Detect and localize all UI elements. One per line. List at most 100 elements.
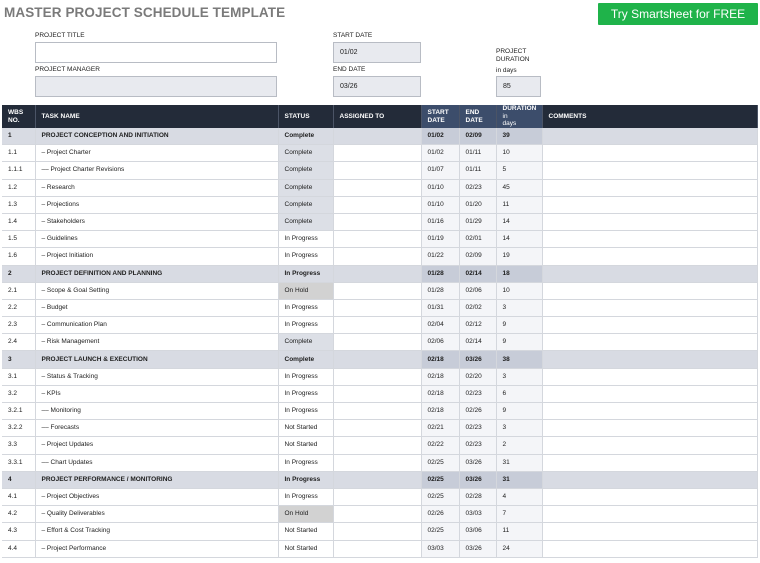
wbs-cell[interactable]: 3.1: [2, 368, 36, 386]
duration-cell[interactable]: 24: [496, 540, 543, 558]
status-cell[interactable]: In Progress: [278, 402, 334, 421]
task-name-cell[interactable]: – Projections: [35, 196, 279, 214]
comments-cell[interactable]: [542, 265, 758, 283]
status-cell[interactable]: In Progress: [278, 230, 334, 249]
duration-cell[interactable]: 38: [496, 350, 543, 369]
assigned-to-cell[interactable]: [333, 265, 422, 283]
assigned-to-cell[interactable]: [333, 316, 422, 335]
duration-cell[interactable]: 31: [496, 454, 543, 472]
wbs-cell[interactable]: 1.6: [2, 247, 36, 266]
assigned-to-cell[interactable]: [333, 488, 422, 507]
assigned-to-cell[interactable]: [333, 505, 422, 524]
wbs-cell[interactable]: 1: [2, 128, 36, 146]
task-name-cell[interactable]: – Quality Deliverables: [35, 505, 279, 524]
comments-cell[interactable]: [542, 402, 758, 421]
wbs-cell[interactable]: 4.2: [2, 505, 36, 524]
start-date-cell[interactable]: 02/26: [421, 505, 460, 524]
status-cell[interactable]: Not Started: [278, 522, 334, 541]
start-date-cell[interactable]: 03/03: [421, 540, 460, 558]
assigned-to-cell[interactable]: [333, 471, 422, 489]
assigned-to-cell[interactable]: [333, 436, 422, 455]
end-date-cell[interactable]: 02/09: [459, 247, 497, 266]
duration-cell[interactable]: 45: [496, 179, 543, 197]
task-name-cell[interactable]: – Status & Tracking: [35, 368, 279, 386]
duration-cell[interactable]: 2: [496, 436, 543, 455]
status-cell[interactable]: Complete: [278, 350, 334, 369]
task-name-cell[interactable]: PROJECT DEFINITION AND PLANNING: [35, 265, 279, 283]
end-date-field[interactable]: 03/26: [333, 76, 421, 97]
duration-cell[interactable]: 10: [496, 282, 543, 300]
task-name-cell[interactable]: –– Forecasts: [35, 419, 279, 438]
task-name-cell[interactable]: PROJECT LAUNCH & EXECUTION: [35, 350, 279, 369]
status-cell[interactable]: In Progress: [278, 299, 334, 318]
assigned-to-cell[interactable]: [333, 454, 422, 472]
start-date-cell[interactable]: 02/25: [421, 522, 460, 541]
status-cell[interactable]: In Progress: [278, 368, 334, 386]
task-name-cell[interactable]: – Communication Plan: [35, 316, 279, 335]
assigned-to-cell[interactable]: [333, 247, 422, 266]
start-date-cell[interactable]: 01/16: [421, 213, 460, 232]
start-date-cell[interactable]: 01/28: [421, 265, 460, 283]
duration-cell[interactable]: 31: [496, 471, 543, 489]
task-name-cell[interactable]: – Budget: [35, 299, 279, 318]
status-cell[interactable]: In Progress: [278, 247, 334, 266]
duration-cell[interactable]: 7: [496, 505, 543, 524]
start-date-cell[interactable]: 01/28: [421, 282, 460, 300]
start-date-field[interactable]: 01/02: [333, 42, 421, 63]
wbs-cell[interactable]: 2.3: [2, 316, 36, 335]
assigned-to-cell[interactable]: [333, 419, 422, 438]
end-date-cell[interactable]: 02/23: [459, 179, 497, 197]
comments-cell[interactable]: [542, 522, 758, 541]
start-date-cell[interactable]: 02/21: [421, 419, 460, 438]
wbs-cell[interactable]: 4.3: [2, 522, 36, 541]
status-cell[interactable]: Complete: [278, 144, 334, 163]
end-date-cell[interactable]: 01/11: [459, 161, 497, 180]
comments-cell[interactable]: [542, 316, 758, 335]
comments-cell[interactable]: [542, 454, 758, 472]
comments-cell[interactable]: [542, 282, 758, 300]
status-cell[interactable]: Not Started: [278, 419, 334, 438]
comments-cell[interactable]: [542, 350, 758, 369]
comments-cell[interactable]: [542, 196, 758, 214]
status-cell[interactable]: Complete: [278, 333, 334, 352]
duration-cell[interactable]: 5: [496, 161, 543, 180]
wbs-cell[interactable]: 1.4: [2, 213, 36, 232]
wbs-cell[interactable]: 1.1: [2, 144, 36, 163]
duration-cell[interactable]: 10: [496, 144, 543, 163]
assigned-to-cell[interactable]: [333, 196, 422, 214]
assigned-to-cell[interactable]: [333, 179, 422, 197]
end-date-cell[interactable]: 03/26: [459, 454, 497, 472]
task-name-cell[interactable]: – Risk Management: [35, 333, 279, 352]
end-date-cell[interactable]: 01/29: [459, 213, 497, 232]
comments-cell[interactable]: [542, 161, 758, 180]
task-name-cell[interactable]: – Project Initiation: [35, 247, 279, 266]
start-date-cell[interactable]: 02/18: [421, 385, 460, 404]
duration-cell[interactable]: 39: [496, 128, 543, 146]
assigned-to-cell[interactable]: [333, 161, 422, 180]
assigned-to-cell[interactable]: [333, 368, 422, 386]
end-date-cell[interactable]: 03/26: [459, 350, 497, 369]
duration-cell[interactable]: 11: [496, 196, 543, 214]
start-date-cell[interactable]: 02/04: [421, 316, 460, 335]
assigned-to-cell[interactable]: [333, 350, 422, 369]
duration-cell[interactable]: 6: [496, 385, 543, 404]
task-name-cell[interactable]: PROJECT PERFORMANCE / MONITORING: [35, 471, 279, 489]
duration-cell[interactable]: 14: [496, 230, 543, 249]
wbs-cell[interactable]: 2.1: [2, 282, 36, 300]
wbs-cell[interactable]: 3.2: [2, 385, 36, 404]
wbs-cell[interactable]: 1.1.1: [2, 161, 36, 180]
end-date-cell[interactable]: 02/06: [459, 282, 497, 300]
start-date-cell[interactable]: 02/06: [421, 333, 460, 352]
status-cell[interactable]: Not Started: [278, 436, 334, 455]
wbs-cell[interactable]: 3.2.2: [2, 419, 36, 438]
duration-cell[interactable]: 9: [496, 333, 543, 352]
status-cell[interactable]: In Progress: [278, 454, 334, 472]
end-date-cell[interactable]: 02/14: [459, 333, 497, 352]
start-date-cell[interactable]: 01/31: [421, 299, 460, 318]
duration-cell[interactable]: 4: [496, 488, 543, 507]
comments-cell[interactable]: [542, 299, 758, 318]
task-name-cell[interactable]: – Guidelines: [35, 230, 279, 249]
assigned-to-cell[interactable]: [333, 522, 422, 541]
duration-cell[interactable]: 3: [496, 419, 543, 438]
wbs-cell[interactable]: 1.2: [2, 179, 36, 197]
